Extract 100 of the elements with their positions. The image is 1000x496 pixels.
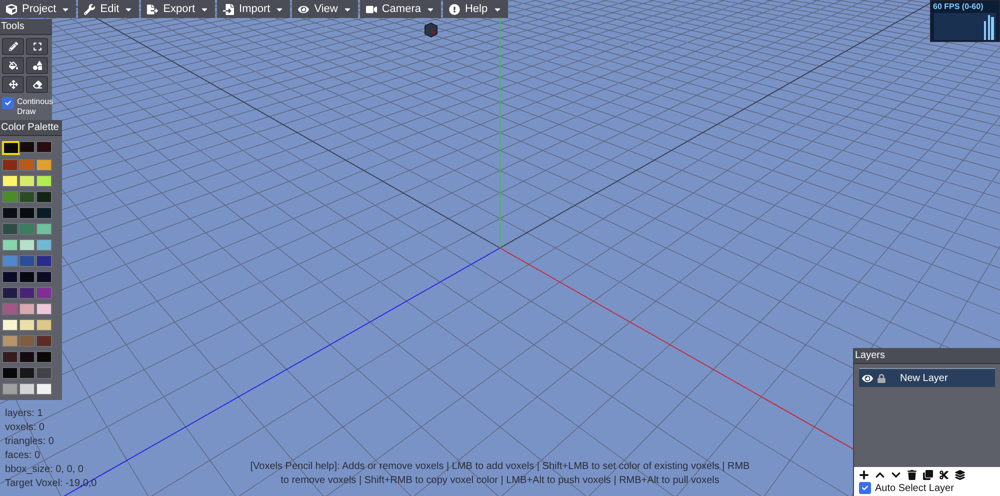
paint-bucket-icon — [8, 61, 18, 70]
color-swatch[interactable] — [36, 159, 52, 171]
tool-button[interactable] — [2, 38, 24, 55]
chevron-down-icon[interactable] — [891, 470, 901, 480]
lock-icon[interactable] — [877, 374, 886, 382]
shapes-icon — [32, 61, 42, 70]
menu-button[interactable]: Help — [442, 0, 508, 18]
layer-row[interactable]: New Layer — [859, 368, 995, 387]
color-swatch[interactable] — [2, 271, 18, 283]
wrench-icon — [84, 4, 96, 14]
color-swatch[interactable] — [19, 175, 35, 187]
trash-icon[interactable] — [907, 470, 917, 480]
color-swatch[interactable] — [2, 175, 18, 187]
copy-icon[interactable] — [923, 470, 933, 480]
color-swatch[interactable] — [36, 255, 52, 267]
checkbox-label: Auto Select Layer — [875, 482, 954, 494]
add-icon[interactable] — [859, 470, 869, 480]
color-swatch[interactable] — [2, 159, 18, 171]
color-swatch[interactable] — [36, 239, 52, 251]
color-swatch[interactable] — [36, 335, 52, 347]
eye-icon — [298, 4, 310, 14]
menu-button[interactable]: Edit — [78, 0, 140, 18]
color-swatch[interactable] — [36, 175, 52, 187]
color-swatch[interactable] — [19, 287, 35, 299]
panel-title: Tools — [0, 19, 52, 35]
layers-icon[interactable] — [955, 470, 965, 480]
move-icon — [8, 80, 18, 89]
tool-button[interactable] — [26, 76, 48, 93]
scissors-icon[interactable] — [939, 470, 949, 480]
fps-label: 60 FPS (0-60) — [932, 1, 984, 12]
panel-title: Layers — [854, 348, 1000, 364]
layer-name: New Layer — [900, 372, 948, 384]
color-swatch[interactable] — [36, 383, 52, 395]
video-camera-icon — [366, 4, 377, 14]
check-icon — [5, 100, 11, 106]
color-swatch[interactable] — [2, 367, 18, 379]
cube-icon — [6, 4, 17, 14]
selection-icon — [32, 42, 42, 51]
color-swatch[interactable] — [36, 367, 52, 379]
file-import-icon — [223, 4, 234, 14]
color-swatch[interactable] — [19, 191, 35, 203]
stat-line: triangles: 0 — [5, 436, 55, 448]
color-swatch[interactable] — [2, 383, 18, 395]
stat-line: voxels: 0 — [5, 422, 46, 434]
checkbox-label: Continous Draw — [17, 97, 54, 117]
checkbox[interactable] — [2, 97, 14, 109]
color-swatch[interactable] — [36, 319, 52, 331]
color-swatch[interactable] — [19, 141, 35, 153]
color-swatch[interactable] — [19, 255, 35, 267]
pencil-icon — [8, 42, 18, 51]
menu-button[interactable]: Camera — [360, 0, 441, 18]
color-swatch[interactable] — [19, 319, 35, 331]
color-swatch[interactable] — [19, 303, 35, 315]
color-swatch[interactable] — [19, 207, 35, 219]
color-swatch[interactable] — [19, 223, 35, 235]
color-swatch[interactable] — [2, 239, 18, 251]
tool-button[interactable] — [2, 57, 24, 74]
checkbox[interactable] — [859, 482, 871, 494]
color-swatch[interactable] — [2, 351, 18, 363]
color-swatch[interactable] — [36, 191, 52, 203]
color-swatch[interactable] — [36, 287, 52, 299]
color-swatch[interactable] — [2, 335, 18, 347]
color-swatch[interactable] — [36, 271, 52, 283]
color-swatch[interactable] — [36, 351, 52, 363]
color-swatch[interactable] — [2, 287, 18, 299]
eraser-icon — [32, 80, 42, 89]
color-swatch[interactable] — [2, 319, 18, 331]
stat-line: faces: 0 — [5, 450, 42, 462]
color-swatch[interactable] — [19, 159, 35, 171]
menu-button[interactable]: Import — [217, 0, 290, 18]
tool-button[interactable] — [26, 57, 48, 74]
color-swatch[interactable] — [36, 141, 52, 153]
color-swatch[interactable] — [2, 255, 18, 267]
tool-button[interactable] — [26, 38, 48, 55]
check-icon — [862, 485, 868, 491]
help-text: [Voxels Pencil help]: Adds or remove voxels | LMB to add voxels | Shift+LMB to set color of existing voxels | RMB to remove voxels | Shift+RMB to copy voxel color | LMB+Alt to push voxels | RMB+Alt to pull voxels — [250, 460, 750, 488]
color-swatch[interactable] — [19, 239, 35, 251]
menu-button[interactable]: View — [292, 0, 358, 18]
color-swatch[interactable] — [36, 223, 52, 235]
color-swatch[interactable] — [2, 207, 18, 219]
fps-graph-drawing — [934, 13, 996, 40]
color-swatch[interactable] — [19, 367, 35, 379]
menu-button[interactable]: Export — [141, 0, 216, 18]
panel-title: Color Palette — [0, 120, 62, 136]
color-swatch[interactable] — [2, 303, 18, 315]
color-swatch[interactable] — [19, 335, 35, 347]
color-swatch[interactable] — [2, 191, 18, 203]
color-swatch[interactable] — [19, 383, 35, 395]
cube-icon — [423, 22, 439, 38]
color-swatch[interactable] — [19, 271, 35, 283]
chevron-up-icon[interactable] — [875, 470, 885, 480]
tool-button[interactable] — [2, 76, 24, 93]
stat-line: bbox_size: 0, 0, 0 — [5, 464, 84, 476]
color-swatch[interactable] — [2, 223, 18, 235]
color-swatch[interactable] — [36, 303, 52, 315]
eye-icon[interactable] — [862, 372, 873, 384]
menu-button[interactable]: Project — [0, 0, 76, 18]
color-swatch[interactable] — [19, 351, 35, 363]
color-swatch[interactable] — [36, 207, 52, 219]
stat-line: layers: 1 — [5, 408, 44, 420]
